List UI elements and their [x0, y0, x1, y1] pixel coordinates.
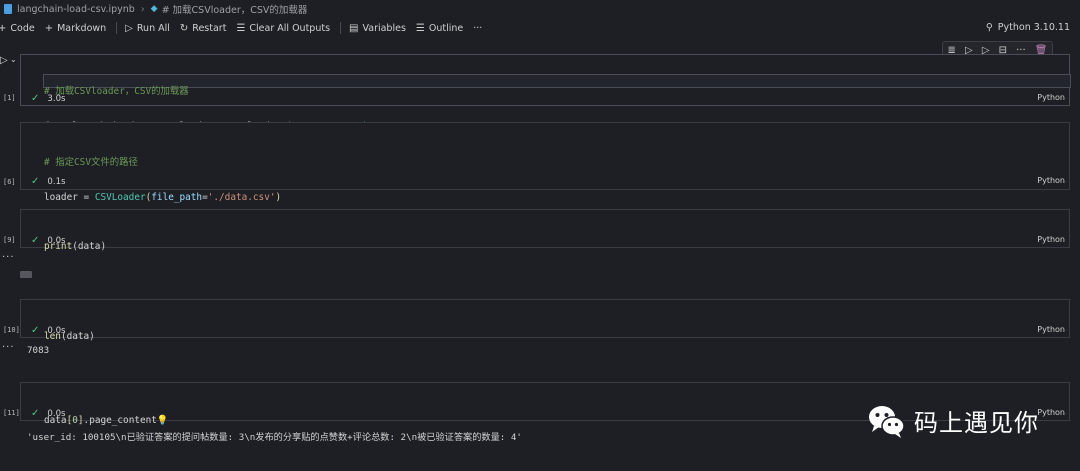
- cell-language[interactable]: Python: [1037, 176, 1065, 185]
- success-check-icon: ✓: [31, 325, 40, 336]
- kernel-picker[interactable]: ⚲ Python 3.10.11: [986, 22, 1070, 33]
- cell-status: ✓ 0.0s: [31, 235, 66, 246]
- variables-button[interactable]: ▤ Variables: [349, 23, 406, 34]
- success-check-icon: ✓: [31, 176, 40, 187]
- outline-label: Outline: [428, 22, 464, 34]
- cell-code[interactable]: len(data): [44, 308, 1069, 366]
- clear-all-outputs-button[interactable]: ☰ Clear All Outputs: [236, 23, 330, 34]
- restart-label: Restart: [192, 22, 227, 34]
- code-comment: # 指定CSV文件的路径: [44, 157, 138, 168]
- run-cell-icon[interactable]: ▷: [0, 55, 8, 66]
- run-options-chevron-icon[interactable]: ⌄: [10, 55, 17, 64]
- clear-all-icon: ☰: [236, 22, 246, 34]
- variables-icon: ▤: [349, 22, 359, 34]
- cell-output: 7083: [27, 345, 50, 356]
- add-markdown-button[interactable]: + Markdown: [45, 23, 106, 34]
- execution-time: 0.0s: [47, 235, 66, 246]
- run-all-label: Run All: [136, 22, 170, 34]
- execution-count: [11]: [3, 409, 20, 417]
- execution-time: 0.1s: [47, 176, 66, 187]
- toolbar-divider: [116, 22, 118, 34]
- toolbar-divider: [340, 22, 342, 34]
- cell-section-icon: ◆: [150, 4, 158, 14]
- notebook-cell-1[interactable]: # 加载CSVloader，CSV的加载器 from langchain.doc…: [20, 54, 1071, 132]
- execution-count: [9]: [3, 236, 16, 244]
- kernel-label: Python 3.10.11: [997, 22, 1070, 33]
- breadcrumb-section[interactable]: # 加载CSVloader，CSV的加载器: [162, 2, 308, 16]
- success-check-icon: ✓: [31, 408, 40, 419]
- code-line: len(data): [44, 331, 95, 342]
- clear-all-label: Clear All Outputs: [249, 22, 331, 34]
- more-actions-button[interactable]: ···: [473, 23, 482, 34]
- cell-status: ✓ 0.0s: [31, 325, 66, 336]
- execution-count: [6]: [3, 178, 16, 186]
- code-line: print(data): [44, 241, 107, 252]
- run-all-icon: ▷: [125, 22, 133, 34]
- execution-count: [1]: [3, 94, 16, 102]
- execution-count: [10]: [3, 326, 20, 334]
- cell-status: ✓ 0.0s: [31, 408, 66, 419]
- lightbulb-icon[interactable]: 💡: [157, 415, 169, 426]
- restart-button[interactable]: ↻ Restart: [180, 23, 227, 34]
- watermark-text: 码上遇见你: [914, 408, 1039, 437]
- output-actions-ellipsis[interactable]: ···: [2, 252, 15, 263]
- wechat-logo-icon: [866, 400, 906, 440]
- execution-time: 0.0s: [47, 408, 66, 419]
- cell-language[interactable]: Python: [1037, 235, 1065, 244]
- notebook-cell-2[interactable]: # 指定CSV文件的路径 loader = CSVLoader(file_pat…: [20, 122, 1070, 237]
- code-comment: # 加载CSVloader，CSV的加载器: [44, 86, 189, 97]
- success-check-icon: ✓: [31, 235, 40, 246]
- breadcrumb-file[interactable]: langchain-load-csv.ipynb: [17, 4, 135, 15]
- chevron-right-icon: ›: [140, 3, 145, 15]
- cell-status: ✓ 0.1s: [31, 176, 66, 187]
- execution-time: 0.0s: [47, 325, 66, 336]
- variables-label: Variables: [362, 22, 406, 34]
- restart-icon: ↻: [179, 22, 189, 34]
- code-line: loader = CSVLoader(file_path='./data.csv…: [44, 191, 282, 203]
- plus-icon: +: [0, 22, 7, 34]
- notebook-cell-4[interactable]: len(data) ✓ 0.0s Python: [20, 299, 1070, 342]
- success-check-icon: ✓: [31, 93, 40, 104]
- run-all-button[interactable]: ▷ Run All: [125, 23, 170, 34]
- watermark: 码上遇见你: [866, 400, 1039, 440]
- collapsed-output-indicator[interactable]: [20, 271, 32, 278]
- breadcrumb: langchain-load-csv.ipynb › ◆ # 加载CSVload…: [0, 0, 1080, 18]
- outline-icon: ☰: [415, 22, 425, 34]
- execution-time: 3.0s: [47, 93, 66, 104]
- output-actions-ellipsis[interactable]: ···: [2, 342, 15, 353]
- add-code-label: Code: [10, 22, 35, 34]
- add-markdown-label: Markdown: [57, 22, 107, 34]
- outline-button[interactable]: ☰ Outline: [416, 23, 463, 34]
- cell-language[interactable]: Python: [1037, 408, 1065, 417]
- cell-language[interactable]: Python: [1037, 325, 1065, 334]
- plus-icon: +: [44, 22, 54, 34]
- kernel-icon: ⚲: [985, 22, 993, 33]
- notebook-cell-3[interactable]: print(data) ✓ 0.0s Python: [20, 209, 1070, 252]
- cell-code[interactable]: print(data): [44, 218, 1069, 276]
- notebook-toolbar: + Code + Markdown ▷ Run All ↻ Restart ☰ Clear…: [0, 18, 1080, 38]
- add-code-button[interactable]: + Code: [0, 23, 35, 34]
- notebook-file-icon: [4, 4, 12, 14]
- cell-status: ✓ 3.0s: [31, 93, 66, 104]
- cell-output: 'user_id: 100105\n已验证答案的提问帖数量: 3\n发布的分享贴…: [27, 432, 522, 443]
- cell-language[interactable]: Python: [1037, 93, 1065, 102]
